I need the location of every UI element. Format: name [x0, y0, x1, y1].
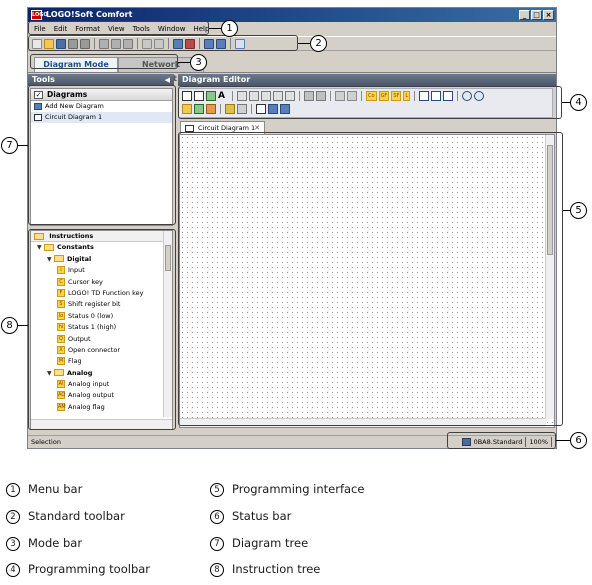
programming-toolbar-highlight	[178, 86, 562, 119]
legend-item: 8 Instruction tree	[210, 562, 320, 577]
callout-1: 1	[221, 20, 238, 37]
legend-text: Diagram tree	[232, 536, 309, 550]
legend-number: 1	[6, 482, 20, 497]
close-button[interactable]: ×	[543, 10, 554, 20]
legend-item: 3 Mode bar	[6, 536, 82, 551]
diagram-tree-highlight	[28, 85, 176, 225]
title-bar: LOGO LOGO!Soft Comfort _ □ ×	[28, 8, 556, 22]
legend-item: 1 Menu bar	[6, 482, 82, 497]
legend-text: Mode bar	[28, 536, 83, 550]
tab-label: Circuit Diagram 1	[198, 124, 256, 132]
legend-item: 7 Diagram tree	[210, 536, 308, 551]
window-controls: _ □ ×	[519, 10, 554, 20]
diagram-editor-title: Diagram Editor	[182, 75, 251, 84]
legend-number: 6	[210, 509, 224, 524]
legend-item: 4 Programming toolbar	[6, 562, 150, 577]
menu-bar-highlight	[28, 21, 209, 35]
legend-text: Menu bar	[28, 482, 83, 496]
legend-number: 5	[210, 482, 224, 497]
legend-text: Instruction tree	[232, 562, 321, 576]
leader-line	[18, 145, 28, 146]
legend-number: 7	[210, 536, 224, 551]
legend-number: 4	[6, 562, 20, 577]
standard-toolbar-highlight	[28, 35, 298, 51]
leader-line	[562, 102, 570, 103]
programming-interface-highlight	[178, 132, 563, 426]
legend-text: Status bar	[232, 509, 292, 523]
legend-number: 8	[210, 562, 224, 577]
logo-icon: LOGO	[31, 10, 48, 20]
callout-6: 6	[570, 432, 587, 449]
legend-number: 3	[6, 536, 20, 551]
legend-text: Standard toolbar	[28, 509, 125, 523]
leader-line	[18, 325, 28, 326]
legend-text: Programming toolbar	[28, 562, 151, 576]
tools-title: Tools	[32, 75, 55, 84]
leader-line	[209, 28, 221, 29]
legend-item: 2 Standard toolbar	[6, 509, 125, 524]
minimize-button[interactable]: _	[519, 10, 530, 20]
status-text: Selection	[31, 438, 61, 446]
leader-line	[298, 43, 310, 44]
callout-2: 2	[310, 35, 327, 52]
leader-line	[563, 210, 570, 211]
callout-4: 4	[570, 94, 587, 111]
callout-8: 8	[1, 317, 18, 334]
legend-item: 5 Programming interface	[210, 482, 364, 497]
maximize-button[interactable]: □	[531, 10, 542, 20]
circuit-diagram-icon	[185, 125, 194, 132]
window-title: LOGO!Soft Comfort	[46, 10, 133, 19]
legend-number: 2	[6, 509, 20, 524]
legend-text: Programming interface	[232, 482, 365, 496]
callout-3: 3	[190, 54, 207, 71]
legend-item: 6 Status bar	[210, 509, 291, 524]
callout-5: 5	[570, 202, 587, 219]
leader-line	[178, 62, 190, 63]
callout-7: 7	[1, 137, 18, 154]
instruction-tree-highlight	[28, 229, 176, 430]
mode-bar-highlight	[30, 54, 178, 69]
diagram-editor-header: Diagram Editor	[178, 74, 556, 86]
leader-line	[556, 440, 570, 441]
status-bar-highlight	[447, 432, 556, 449]
